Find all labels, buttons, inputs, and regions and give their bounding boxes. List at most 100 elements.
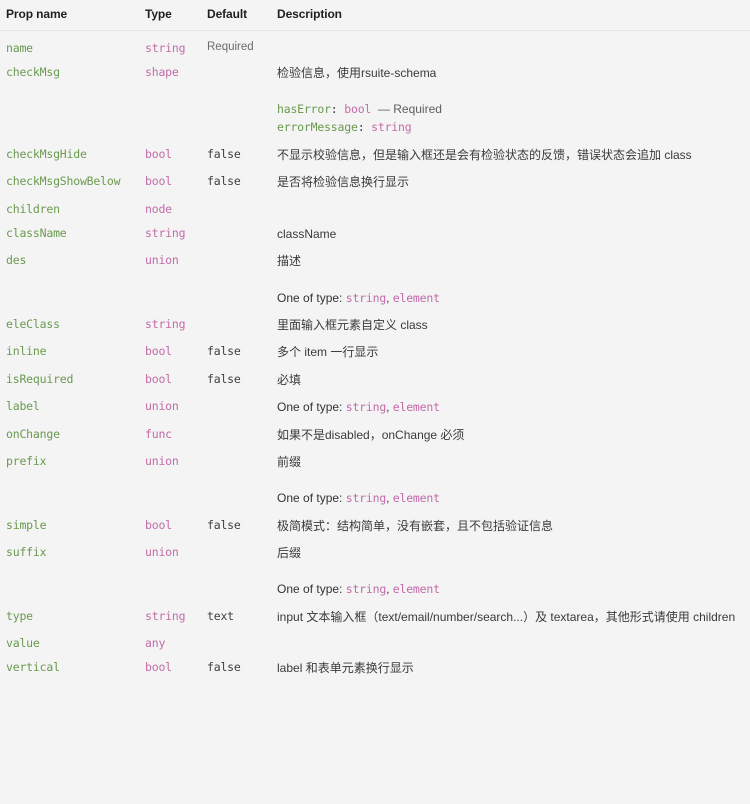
table-row: checkMsgShowBelow bool false 是否将检验信息换行显示 bbox=[0, 164, 750, 191]
one-of-type-line: One of type: string, element bbox=[277, 290, 742, 307]
description-text: 检验信息，使用rsuite-schema bbox=[277, 66, 437, 80]
one-of-type-separator: , bbox=[386, 491, 390, 506]
one-of-type-value: element bbox=[392, 290, 440, 305]
description-text: 里面输入框元素自定义 class bbox=[277, 317, 428, 332]
table-row: name string Required bbox=[0, 31, 750, 55]
one-of-type-separator: , bbox=[386, 400, 390, 415]
prop-default-cell bbox=[207, 307, 277, 334]
prop-name-cell: type bbox=[6, 608, 33, 623]
prop-type-cell: shape bbox=[145, 65, 179, 79]
prop-type-cell: union bbox=[145, 453, 179, 468]
shape-field-type: bool bbox=[344, 102, 372, 117]
prop-default-cell: Required bbox=[207, 41, 254, 53]
prop-default-cell bbox=[207, 216, 277, 243]
description-text: label 和表单元素换行显示 bbox=[277, 661, 414, 676]
prop-default-cell bbox=[207, 444, 277, 508]
one-of-type-value: string bbox=[345, 582, 387, 597]
table-row: isRequired bool false 必填 bbox=[0, 362, 750, 389]
one-of-type-value: element bbox=[392, 400, 440, 415]
prop-default-cell: text bbox=[207, 608, 234, 623]
prop-type-cell: bool bbox=[145, 517, 172, 532]
prop-type-cell: string bbox=[145, 316, 186, 331]
description-text: 极简模式：结构简单，没有嵌套，且不包括验证信息 bbox=[277, 518, 554, 533]
table-row: des union 描述 One of type: string, element bbox=[0, 243, 750, 307]
table-row: checkMsg shape 检验信息，使用rsuite-schema hasErro… bbox=[0, 55, 750, 137]
one-of-type-value: string bbox=[345, 290, 387, 305]
description-text: 前缀 bbox=[277, 454, 302, 469]
one-of-type-label: One of type: bbox=[277, 582, 343, 597]
table-row: inline bool false 多个 item 一行显示 bbox=[0, 334, 750, 361]
shape-field-key: hasError bbox=[277, 102, 331, 117]
prop-name-cell: children bbox=[6, 201, 60, 216]
shape-field-list: hasError: bool — Required errorMessage: s… bbox=[277, 100, 742, 137]
description-text: 描述 bbox=[277, 254, 302, 269]
prop-description-cell: One of type: string, element bbox=[277, 389, 750, 416]
prop-type-cell: any bbox=[145, 636, 166, 651]
one-of-type-label: One of type: bbox=[277, 491, 343, 506]
prop-default-cell: false bbox=[207, 174, 241, 189]
prop-description-cell: 不显示校验信息，但是输入框还是会有检验状态的反馈，错误状态会追加 class bbox=[277, 137, 750, 164]
one-of-type-line: One of type: string, element bbox=[277, 490, 742, 507]
prop-name-cell: onChange bbox=[6, 426, 60, 441]
prop-name-cell: value bbox=[6, 636, 40, 651]
one-of-type-separator: , bbox=[386, 582, 390, 597]
props-table: Prop name Type Default Description name s… bbox=[0, 0, 750, 678]
table-row: onChange func 如果不是disabled，onChange 必须 bbox=[0, 417, 750, 444]
prop-description-cell: 多个 item 一行显示 bbox=[277, 334, 750, 361]
prop-description-cell: 检验信息，使用rsuite-schema hasError: bool — Req… bbox=[277, 55, 750, 137]
prop-type-cell: string bbox=[145, 41, 186, 55]
prop-type-cell: bool bbox=[145, 344, 172, 359]
one-of-type-value: element bbox=[392, 582, 440, 597]
description-text: 多个 item 一行显示 bbox=[277, 345, 379, 360]
prop-name-cell: isRequired bbox=[6, 371, 74, 386]
column-header-description: Description bbox=[277, 0, 750, 31]
prop-name-cell: vertical bbox=[6, 660, 60, 675]
prop-type-cell: union bbox=[145, 399, 179, 414]
prop-type-cell: union bbox=[145, 545, 179, 560]
prop-name-cell: inline bbox=[6, 344, 47, 359]
prop-name-cell: eleClass bbox=[6, 316, 60, 331]
prop-type-cell: node bbox=[145, 201, 172, 216]
table-row: type string text input 文本输入框（text/email/num… bbox=[0, 599, 750, 626]
prop-description-cell: 如果不是disabled，onChange 必须 bbox=[277, 417, 750, 444]
description-text: className bbox=[277, 226, 337, 241]
prop-type-cell: union bbox=[145, 253, 179, 268]
table-row: children node bbox=[0, 192, 750, 216]
one-of-type-separator: , bbox=[386, 290, 390, 305]
description-text: 是否将检验信息换行显示 bbox=[277, 175, 410, 190]
prop-name-cell: checkMsgShowBelow bbox=[6, 174, 121, 189]
table-body: name string Required checkMsg shape 检验信息，使用rs… bbox=[0, 31, 750, 678]
prop-type-cell: bool bbox=[145, 147, 172, 162]
prop-default-cell: false bbox=[207, 371, 241, 386]
prop-default-cell: false bbox=[207, 344, 241, 359]
prop-name-cell: suffix bbox=[6, 545, 47, 560]
prop-description-cell: 里面输入框元素自定义 class bbox=[277, 307, 750, 334]
prop-name-cell: label bbox=[6, 399, 40, 414]
prop-name-cell: checkMsgHide bbox=[6, 147, 87, 162]
prop-description-cell: 前缀 One of type: string, element bbox=[277, 444, 750, 508]
one-of-type-value: element bbox=[392, 491, 440, 506]
table-header: Prop name Type Default Description bbox=[0, 0, 750, 31]
prop-name-cell: name bbox=[6, 41, 33, 55]
prop-name-cell: prefix bbox=[6, 453, 47, 468]
prop-name-cell: simple bbox=[6, 517, 47, 532]
table-row: label union One of type: string, element bbox=[0, 389, 750, 416]
prop-type-cell: string bbox=[145, 608, 186, 623]
one-of-type-line: One of type: string, element bbox=[277, 581, 742, 598]
prop-default-cell bbox=[207, 535, 277, 599]
prop-description-cell: 是否将检验信息换行显示 bbox=[277, 164, 750, 191]
prop-type-cell: bool bbox=[145, 371, 172, 386]
prop-default-cell bbox=[207, 55, 277, 137]
prop-type-cell: func bbox=[145, 426, 172, 441]
prop-name-cell: des bbox=[6, 253, 27, 268]
prop-default-cell: false bbox=[207, 147, 241, 162]
one-of-type-value: string bbox=[345, 491, 387, 506]
prop-description-cell bbox=[277, 626, 750, 650]
one-of-type-label: One of type: bbox=[277, 290, 343, 305]
shape-field-item: hasError: bool — Required bbox=[277, 102, 442, 117]
table-row: checkMsgHide bool false 不显示校验信息，但是输入框还是会有检验… bbox=[0, 137, 750, 164]
prop-default-cell bbox=[207, 243, 277, 307]
prop-type-cell: bool bbox=[145, 174, 172, 189]
prop-description-cell: input 文本输入框（text/email/number/search...）… bbox=[277, 599, 750, 626]
one-of-type-line: One of type: string, element bbox=[277, 399, 742, 416]
